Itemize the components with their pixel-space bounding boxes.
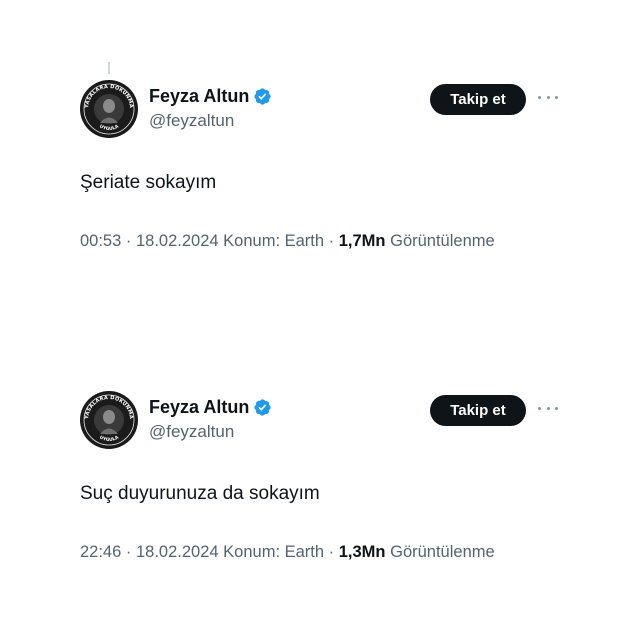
- tweet-location: Konum: Earth: [223, 232, 325, 250]
- more-horizontal-icon[interactable]: [538, 403, 558, 413]
- verified-badge-icon: [254, 399, 271, 416]
- follow-button[interactable]: Takip et: [430, 395, 526, 426]
- tweet-date[interactable]: 18.02.2024: [136, 543, 219, 561]
- tweet-time[interactable]: 00:53: [80, 232, 121, 250]
- meta-separator: ·: [125, 543, 132, 561]
- author-name-row: Feyza Altun: [149, 86, 272, 107]
- verified-badge-icon: [254, 88, 271, 105]
- view-label: Görüntülenme: [390, 232, 495, 250]
- tweet-time[interactable]: 22:46: [80, 543, 121, 561]
- more-horizontal-icon[interactable]: [538, 92, 558, 102]
- tweet-meta: 22:46 · 18.02.2024 Konum: Earth · 1,3Mn …: [80, 543, 495, 562]
- view-label: Görüntülenme: [390, 543, 495, 561]
- meta-separator: ·: [125, 232, 132, 250]
- thread-connector-line: [108, 62, 110, 74]
- view-count[interactable]: 1,7Mn: [339, 232, 386, 250]
- view-count[interactable]: 1,3Mn: [339, 543, 386, 561]
- follow-button[interactable]: Takip et: [430, 84, 526, 115]
- author-name-row: Feyza Altun: [149, 397, 272, 418]
- tweet-meta: 00:53 · 18.02.2024 Konum: Earth · 1,7Mn …: [80, 232, 495, 251]
- author-handle[interactable]: @feyzaltun: [149, 111, 234, 131]
- author-handle[interactable]: @feyzaltun: [149, 422, 234, 442]
- author-name[interactable]: Feyza Altun: [149, 86, 249, 107]
- avatar[interactable]: YASALARA DOKUNMA UYGULA: [80, 80, 138, 138]
- tweet-text: Suç duyurunuza da sokayım: [80, 483, 320, 504]
- author-name[interactable]: Feyza Altun: [149, 397, 249, 418]
- tweet-text: Şeriate sokayım: [80, 172, 217, 193]
- tweet-location: Konum: Earth: [223, 543, 325, 561]
- tweet-card[interactable]: YASALARA DOKUNMA UYGULA Feyza Altun @fey…: [0, 391, 640, 591]
- tweet-card[interactable]: YASALARA DOKUNMA UYGULA Feyza Altun @fey…: [0, 80, 640, 280]
- meta-separator: ·: [328, 543, 335, 561]
- tweet-date[interactable]: 18.02.2024: [136, 232, 219, 250]
- meta-separator: ·: [328, 232, 335, 250]
- avatar[interactable]: YASALARA DOKUNMA UYGULA: [80, 391, 138, 449]
